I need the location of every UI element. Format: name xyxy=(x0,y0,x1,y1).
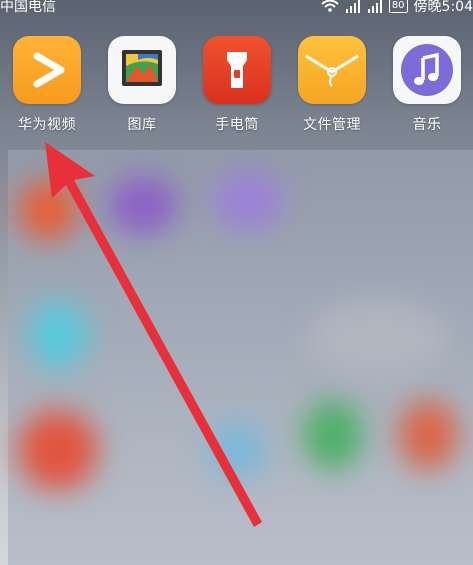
app-flashlight[interactable]: 手电筒 xyxy=(192,36,282,134)
signal-icon-1 xyxy=(345,0,360,13)
app-label: 图库 xyxy=(127,117,157,133)
app-label: 华为视频 xyxy=(18,117,76,133)
signal-icon-2 xyxy=(367,0,382,13)
music-note-icon xyxy=(393,36,461,104)
app-label: 音乐 xyxy=(412,117,442,133)
flashlight-icon xyxy=(203,36,271,104)
app-file-manager[interactable]: 文件管理 xyxy=(287,36,377,134)
clock: 傍晚5:04 xyxy=(413,0,473,15)
gallery-icon xyxy=(108,36,176,104)
blurred-icon xyxy=(28,300,88,370)
blurred-app-area xyxy=(8,150,473,565)
app-huawei-video[interactable]: 华为视频 xyxy=(2,36,92,134)
app-row: 华为视频 图库 手电筒 文件管理 音乐 xyxy=(0,36,473,146)
app-gallery[interactable]: 图库 xyxy=(97,36,187,134)
battery-icon: 80 xyxy=(388,0,408,13)
blurred-icon xyxy=(18,410,98,490)
carrier-name: 中国电信 xyxy=(0,0,56,15)
app-music[interactable]: 音乐 xyxy=(382,36,472,134)
blurred-icon xyxy=(108,175,178,235)
app-label: 文件管理 xyxy=(303,117,361,133)
app-label: 手电筒 xyxy=(215,117,259,133)
wifi-icon xyxy=(321,0,339,12)
blurred-icon xyxy=(398,400,458,470)
blurred-icon xyxy=(208,420,268,480)
status-icons: 80 傍晚5:04 xyxy=(321,0,473,16)
blurred-icon xyxy=(18,180,78,240)
status-bar: 中国电信 80 傍晚5:04 xyxy=(0,0,473,22)
folder-icon xyxy=(298,36,366,104)
play-icon xyxy=(13,36,81,104)
blurred-icon xyxy=(213,170,283,230)
blurred-icon xyxy=(308,300,448,380)
blurred-icon xyxy=(303,400,363,470)
